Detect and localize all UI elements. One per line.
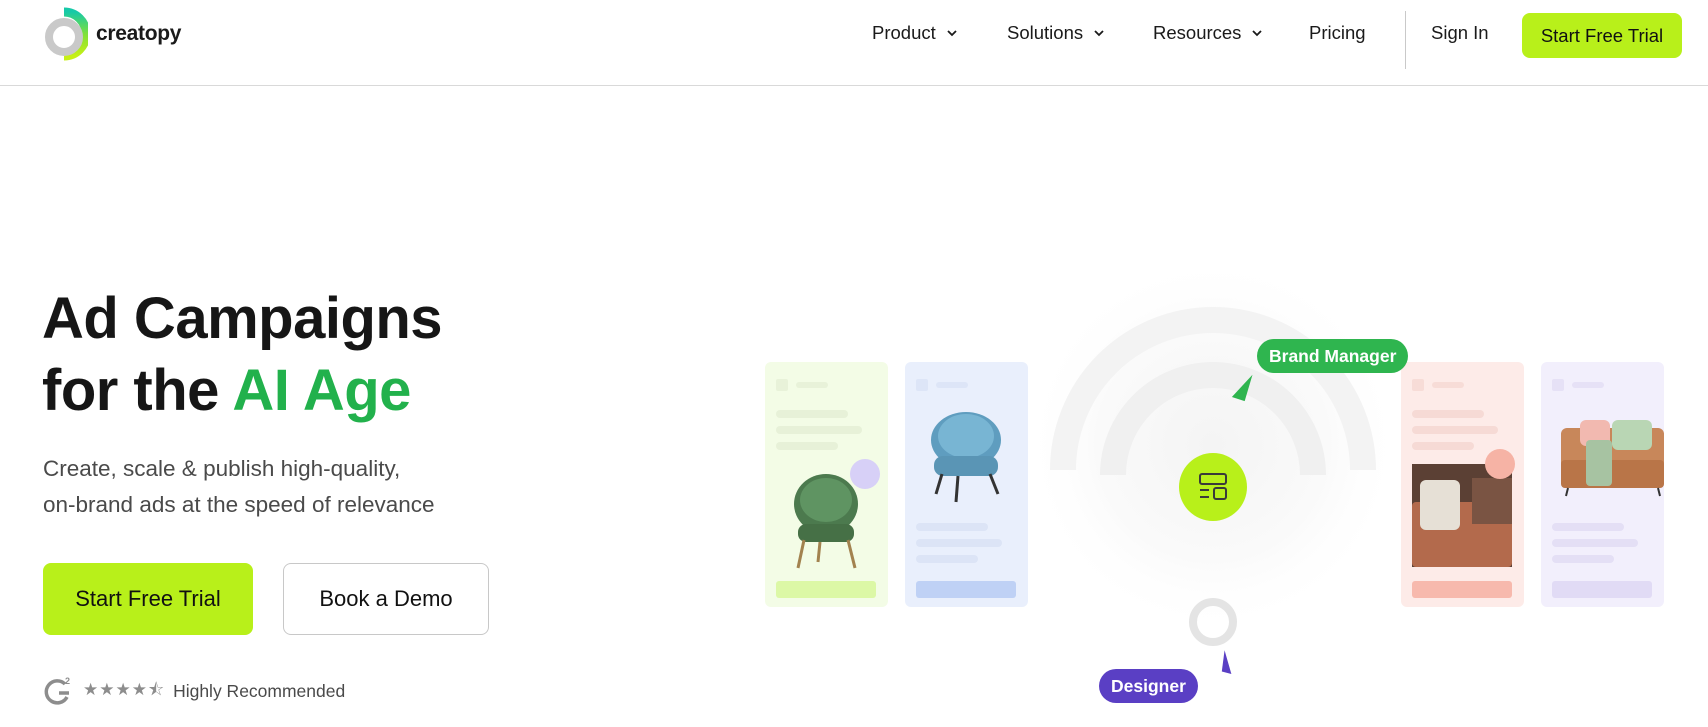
hero-title: Ad Campaigns for the AI Age	[42, 283, 443, 427]
hero-subtitle-line2: on-brand ads at the speed of relevance	[43, 492, 435, 517]
nav-item-label: Solutions	[1007, 22, 1084, 43]
nav-divider	[1405, 11, 1406, 69]
hero-title-line2: for the AI Age	[42, 355, 442, 427]
hub-circle	[1179, 453, 1247, 521]
nav-item-pricing[interactable]: Pricing	[1309, 22, 1366, 44]
sign-in-link[interactable]: Sign In	[1431, 22, 1489, 44]
ad-card-blue	[905, 362, 1028, 607]
brand-manager-badge: Brand Manager	[1257, 339, 1409, 373]
chevron-down-icon	[1252, 30, 1263, 37]
hero-subtitle-line1: Create, scale & publish high-quality,	[43, 456, 401, 481]
ad-card-peach	[1401, 362, 1524, 607]
rating-text: Highly Recommended	[173, 680, 346, 701]
hero-start-free-trial-button[interactable]: Start Free Trial	[43, 563, 253, 635]
hero-title-line1: Ad Campaigns	[42, 286, 443, 351]
header-start-free-trial-button[interactable]: Start Free Trial	[1522, 13, 1682, 58]
book-demo-button[interactable]: Book a Demo	[283, 563, 489, 635]
chevron-down-icon	[1094, 30, 1104, 37]
hero-title-prefix: for the	[42, 358, 233, 423]
chevron-down-icon	[947, 30, 957, 37]
ad-card-green	[765, 362, 888, 607]
site-header: creatopy Product Solutions Resources Pri…	[0, 0, 1708, 86]
main-nav: Product Solutions Resources Pricing Sign…	[0, 0, 1708, 72]
designer-cursor-icon	[1221, 650, 1232, 675]
illustration-canvas	[765, 270, 1664, 675]
nav-item-label: Resources	[1153, 22, 1242, 43]
designer-badge: Designer	[1099, 669, 1198, 703]
nav-item-label: Product	[872, 22, 936, 43]
nav-item-resources[interactable]: Resources	[1153, 22, 1263, 44]
nav-item-solutions[interactable]: Solutions	[1007, 22, 1105, 44]
svg-text:2: 2	[65, 676, 70, 686]
nav-item-product[interactable]: Product	[872, 22, 958, 44]
g2-rating: 2 ★★★★⯪ Highly Recommended	[43, 674, 345, 708]
hero-subtitle: Create, scale & publish high-quality, on…	[43, 451, 563, 523]
hero-title-highlight: AI Age	[232, 358, 411, 423]
g2-logo-icon: 2	[44, 676, 70, 705]
rating-stars-icon: ★★★★⯪	[83, 679, 166, 699]
hero-illustration: Brand Manager Designer	[760, 270, 1708, 727]
ad-card-lavender	[1541, 362, 1664, 607]
nav-item-label: Pricing	[1309, 22, 1366, 43]
